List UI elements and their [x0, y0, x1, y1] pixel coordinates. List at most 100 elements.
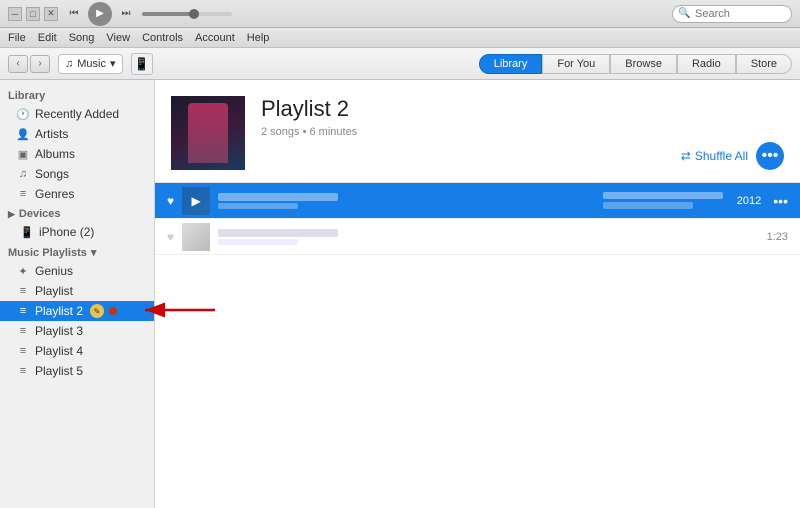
- menu-file[interactable]: File: [8, 32, 26, 44]
- menu-controls[interactable]: Controls: [142, 32, 183, 44]
- track-artist: [218, 239, 298, 245]
- sidebar-item-playlist2[interactable]: ≡ Playlist 2 ✎: [0, 301, 154, 321]
- track-row[interactable]: ♥ 1:23: [155, 219, 800, 255]
- shuffle-icon: ⇄: [681, 149, 691, 163]
- track-info: [218, 193, 595, 209]
- menu-view[interactable]: View: [106, 32, 130, 44]
- track-title: [218, 193, 338, 201]
- genres-icon: ≡: [16, 188, 30, 200]
- sidebar-item-genres[interactable]: ≡ Genres: [0, 184, 154, 204]
- playing-indicator: ▶: [182, 187, 210, 215]
- devices-label: Devices: [19, 208, 61, 220]
- minimize-button[interactable]: ─: [8, 7, 22, 21]
- main-layout: Library 🕐 Recently Added 👤 Artists ▣ Alb…: [0, 80, 800, 508]
- rewind-button[interactable]: ⏮: [64, 6, 84, 22]
- person-icon: 👤: [16, 128, 30, 141]
- tab-store[interactable]: Store: [736, 54, 792, 74]
- menu-account[interactable]: Account: [195, 32, 235, 44]
- playlist2-icon: ≡: [16, 305, 30, 317]
- playlist-title: Playlist 2: [261, 96, 665, 122]
- tab-library[interactable]: Library: [479, 54, 543, 74]
- sidebar: Library 🕐 Recently Added 👤 Artists ▣ Alb…: [0, 80, 155, 508]
- playlist-header: Playlist 2 2 songs • 6 minutes ⇄ Shuffle…: [155, 80, 800, 183]
- device-button[interactable]: 📱: [131, 53, 153, 75]
- sidebar-item-genius[interactable]: ✦ Genius: [0, 261, 154, 281]
- search-wrap: 🔍: [672, 5, 792, 23]
- album-art-figure: [188, 103, 228, 163]
- sidebar-item-label: Playlist 2: [35, 304, 83, 318]
- track-thumbnail: [182, 223, 210, 251]
- playlist4-icon: ≡: [16, 345, 30, 357]
- track-thumbnail: ▶: [182, 187, 210, 215]
- forward-button[interactable]: ⏭: [116, 6, 136, 22]
- tab-for-you[interactable]: For You: [542, 54, 610, 74]
- sidebar-item-songs[interactable]: ♫ Songs: [0, 164, 154, 184]
- menu-song[interactable]: Song: [69, 32, 95, 44]
- sidebar-item-label: Genius: [35, 264, 73, 278]
- shuffle-all-button[interactable]: ⇄ Shuffle All: [681, 149, 748, 163]
- play-button[interactable]: ▶: [88, 2, 112, 26]
- tab-radio[interactable]: Radio: [677, 54, 736, 74]
- search-icon: 🔍: [678, 8, 690, 19]
- more-options-button[interactable]: •••: [756, 142, 784, 170]
- progress-thumb: [189, 9, 199, 19]
- playlist-actions: ⇄ Shuffle All •••: [681, 142, 784, 170]
- sidebar-item-label: Albums: [35, 147, 75, 161]
- edit-badge: ✎: [90, 304, 104, 318]
- playlist5-icon: ≡: [16, 365, 30, 377]
- sync-badge: [109, 307, 117, 315]
- songs-icon: ♫: [16, 168, 30, 180]
- track-duration: 1:23: [758, 231, 788, 243]
- track-year: 2012: [731, 195, 761, 207]
- menu-edit[interactable]: Edit: [38, 32, 57, 44]
- sidebar-item-playlist4[interactable]: ≡ Playlist 4: [0, 341, 154, 361]
- track-artist: [218, 203, 298, 209]
- sidebar-item-recently-added[interactable]: 🕐 Recently Added: [0, 104, 154, 124]
- sidebar-item-label: Playlist 4: [35, 344, 83, 358]
- track-bar1: [603, 192, 723, 199]
- title-bar-right: 🔍: [672, 5, 792, 23]
- playlists-label: Music Playlists: [8, 247, 87, 259]
- menu-help[interactable]: Help: [247, 32, 270, 44]
- devices-expand-icon: ▶: [8, 209, 15, 220]
- track-right: 1:23: [758, 231, 788, 243]
- sidebar-item-artists[interactable]: 👤 Artists: [0, 124, 154, 144]
- close-button[interactable]: ✕: [44, 7, 58, 21]
- shuffle-label: Shuffle All: [695, 149, 748, 163]
- heart-icon[interactable]: ♥: [167, 230, 174, 244]
- sidebar-item-label: Songs: [35, 167, 69, 181]
- devices-section-header[interactable]: ▶ Devices: [0, 204, 154, 222]
- sidebar-item-label: Playlist 3: [35, 324, 83, 338]
- menu-bar: File Edit Song View Controls Account Hel…: [0, 28, 800, 48]
- forward-button-nav[interactable]: ›: [30, 55, 50, 73]
- track-more-button[interactable]: •••: [773, 193, 788, 209]
- playlists-section-header[interactable]: Music Playlists ▾: [0, 242, 154, 261]
- sidebar-item-playlist[interactable]: ≡ Playlist: [0, 281, 154, 301]
- iphone-icon: 📱: [20, 226, 34, 239]
- album-icon: ▣: [16, 148, 30, 161]
- playlist-info: Playlist 2 2 songs • 6 minutes: [261, 96, 665, 138]
- nav-buttons: ‹ ›: [8, 55, 50, 73]
- maximize-button[interactable]: □: [26, 7, 40, 21]
- music-note-icon: ♫: [65, 58, 73, 70]
- progress-bar[interactable]: [142, 12, 232, 16]
- sidebar-item-label: Playlist: [35, 284, 73, 298]
- sidebar-item-playlist5[interactable]: ≡ Playlist 5: [0, 361, 154, 381]
- source-chevron-icon: ▾: [110, 57, 116, 70]
- back-button[interactable]: ‹: [8, 55, 28, 73]
- sidebar-item-albums[interactable]: ▣ Albums: [0, 144, 154, 164]
- source-label: Music: [77, 58, 106, 70]
- tab-browse[interactable]: Browse: [610, 54, 677, 74]
- library-section-header: Library: [0, 86, 154, 104]
- window-controls: ─ □ ✕: [8, 7, 58, 21]
- sidebar-item-playlist3[interactable]: ≡ Playlist 3: [0, 321, 154, 341]
- playlist-icon: ≡: [16, 285, 30, 297]
- track-row[interactable]: ♥ ▶ 2012 •••: [155, 183, 800, 219]
- sidebar-item-label: Genres: [35, 187, 74, 201]
- heart-icon[interactable]: ♥: [167, 194, 174, 208]
- sidebar-item-label: iPhone (2): [39, 225, 94, 239]
- playlist-meta: 2 songs • 6 minutes: [261, 126, 665, 138]
- source-selector[interactable]: ♫ Music ▾: [58, 54, 123, 74]
- sidebar-item-iphone[interactable]: 📱 iPhone (2): [0, 222, 154, 242]
- sidebar-item-label: Artists: [35, 127, 68, 141]
